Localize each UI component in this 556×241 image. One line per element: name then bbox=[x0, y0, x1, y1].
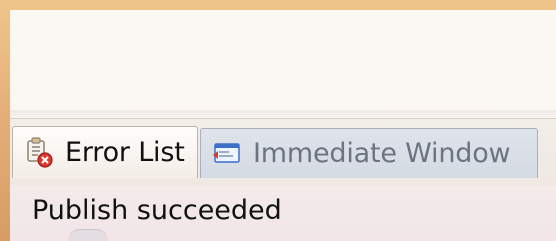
tab-error-list[interactable]: Error List bbox=[12, 126, 198, 178]
tab-immediate-window-label: Immediate Window bbox=[253, 138, 511, 169]
tool-tab-strip: Error List Immediate Window bbox=[10, 118, 556, 188]
tab-immediate-window[interactable]: Immediate Window bbox=[200, 128, 538, 178]
status-message: Publish succeeded bbox=[32, 195, 282, 226]
panel-divider bbox=[10, 110, 556, 118]
immediate-window-icon bbox=[213, 142, 240, 163]
decorative-badge bbox=[68, 229, 108, 241]
tool-window: Error List Immediate Window Publish succ… bbox=[10, 10, 556, 241]
status-bar: Publish succeeded bbox=[10, 186, 556, 241]
editor-area bbox=[10, 10, 556, 111]
error-list-icon bbox=[27, 136, 53, 168]
screenshot-frame: Error List Immediate Window Publish succ… bbox=[0, 0, 556, 241]
tab-error-list-label: Error List bbox=[65, 137, 185, 168]
